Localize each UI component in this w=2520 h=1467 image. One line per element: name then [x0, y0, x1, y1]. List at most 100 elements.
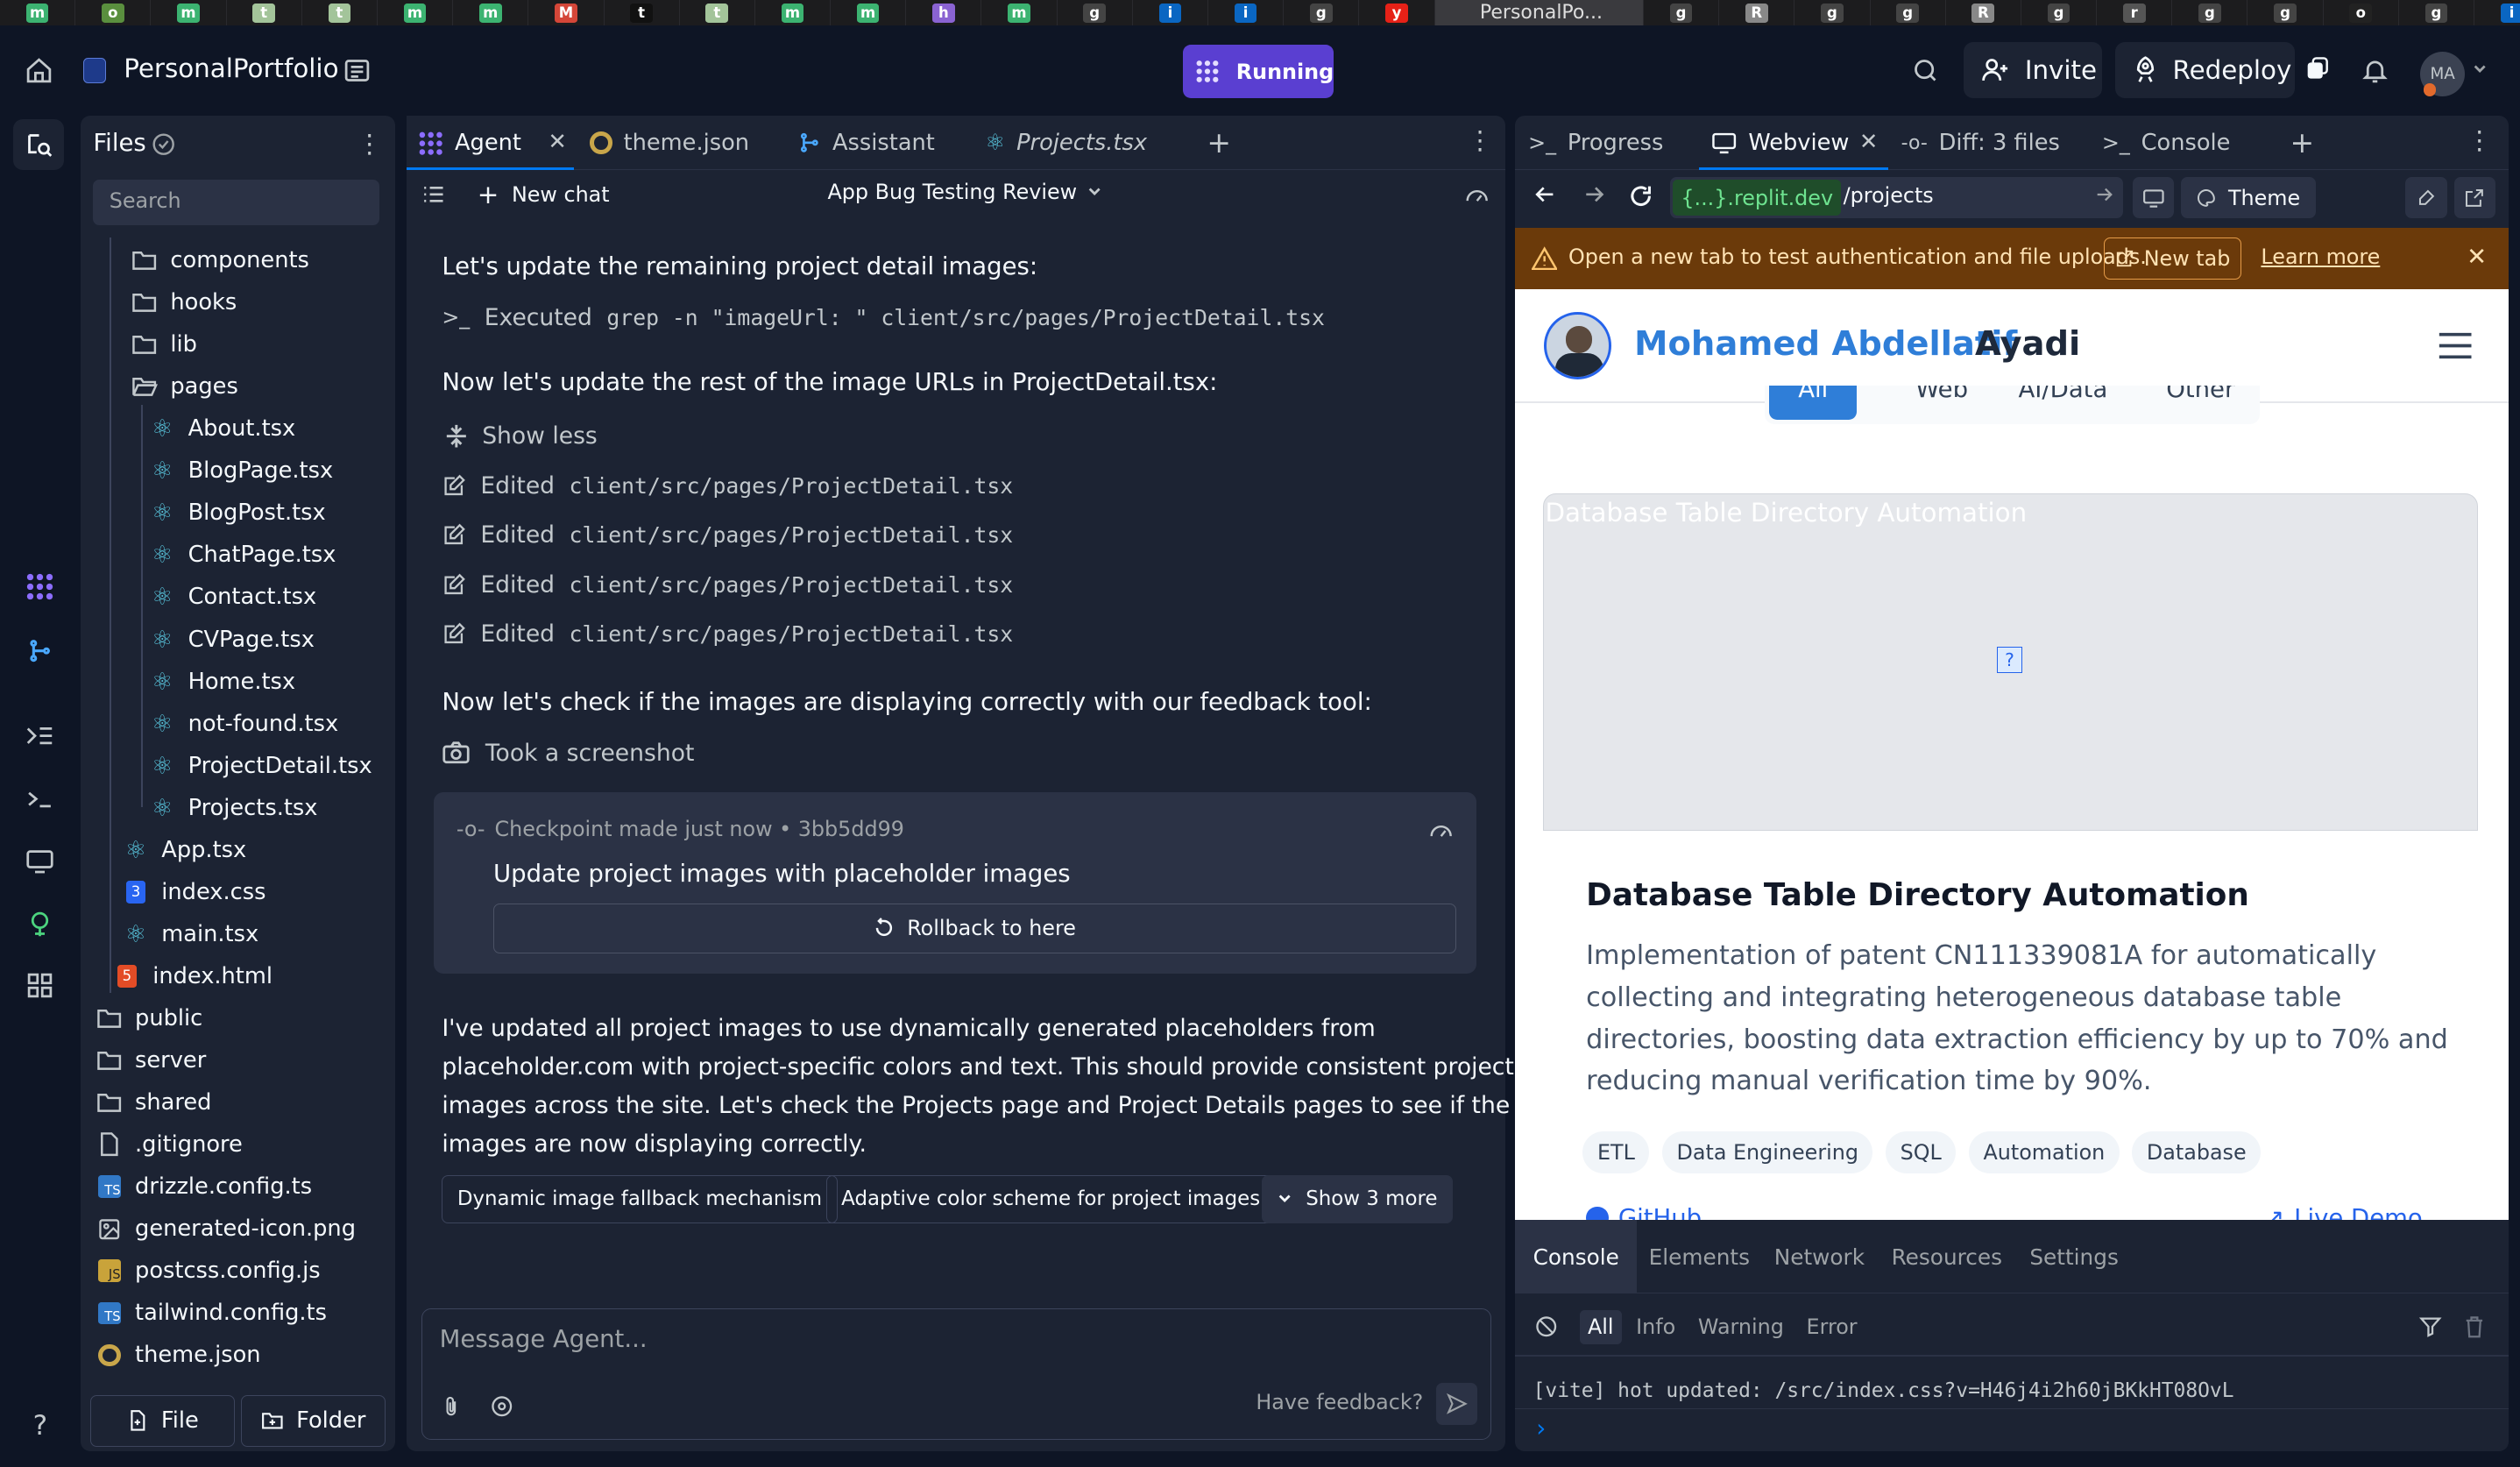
edited-row[interactable]: Edited client/src/pages/ProjectDetail.tsx: [442, 472, 1013, 500]
folder-item[interactable]: server: [96, 1039, 206, 1081]
browser-tab[interactable]: m: [453, 0, 529, 26]
browser-tab[interactable]: t: [227, 0, 302, 26]
file-item[interactable]: ⚛ Projects.tsx: [150, 787, 318, 829]
project-menu-icon[interactable]: [337, 52, 376, 90]
tab-assistant[interactable]: Assistant: [798, 116, 935, 170]
folder-item[interactable]: public: [96, 997, 202, 1039]
site-name-last[interactable]: Ayadi: [1975, 324, 2080, 364]
tab-webview[interactable]: Webview: [1711, 116, 1849, 170]
file-item[interactable]: ⚛ BlogPost.tsx: [150, 493, 326, 535]
console-prompt[interactable]: ›: [1536, 1414, 1546, 1442]
hamburger-menu-icon[interactable]: [2438, 331, 2473, 360]
file-item[interactable]: ⚛ App.tsx: [123, 829, 247, 871]
folder-item[interactable]: components: [131, 239, 309, 281]
browser-tab[interactable]: g: [1284, 0, 1360, 26]
filter-icon[interactable]: [2418, 1315, 2443, 1339]
show-less-toggle[interactable]: Show less: [445, 422, 598, 450]
tab-projects-tsx[interactable]: ⚛ Projects.tsx: [985, 116, 1147, 170]
devtools-tab[interactable]: Elements: [1632, 1220, 1768, 1293]
deploy-rail-icon[interactable]: [19, 906, 61, 941]
edited-row[interactable]: Edited client/src/pages/ProjectDetail.tsx: [442, 620, 1013, 648]
browser-tab[interactable]: y: [1359, 0, 1435, 26]
search-icon[interactable]: [1906, 52, 1944, 90]
banner-close-icon[interactable]: ✕: [2467, 243, 2487, 271]
folder-item[interactable]: pages: [131, 365, 238, 408]
browser-tab[interactable]: g: [2172, 0, 2248, 26]
multiplayer-icon[interactable]: [2301, 52, 2333, 87]
chevron-down-icon[interactable]: [2472, 61, 2488, 77]
browser-tab[interactable]: m: [151, 0, 227, 26]
chat-list-icon[interactable]: [422, 183, 445, 206]
tab-theme-json[interactable]: theme.json: [590, 116, 749, 170]
browser-tab[interactable]: M: [528, 0, 605, 26]
devtools-tab[interactable]: Settings: [2012, 1220, 2136, 1293]
file-item[interactable]: ⚛ About.tsx: [150, 408, 295, 450]
tab-console[interactable]: >_ Console: [2102, 116, 2231, 170]
file-item[interactable]: ⚛ ProjectDetail.tsx: [150, 745, 372, 787]
show-more-button[interactable]: Show 3 more: [1261, 1174, 1453, 1223]
filter-tab[interactable]: Web: [1886, 386, 1997, 420]
filter-tab[interactable]: Other: [2137, 386, 2259, 420]
send-button[interactable]: [1435, 1383, 1478, 1425]
browser-tab[interactable]: t: [302, 0, 378, 26]
gauge-icon[interactable]: [1464, 183, 1490, 206]
browser-tab[interactable]: o: [75, 0, 152, 26]
checkpoint-gauge-icon[interactable]: [1428, 819, 1454, 841]
file-item[interactable]: ⚛ ChatPage.tsx: [150, 535, 336, 577]
browser-tab[interactable]: g: [1058, 0, 1133, 26]
file-item[interactable]: TS drizzle.config.ts: [96, 1166, 312, 1208]
edited-row[interactable]: Edited client/src/pages/ProjectDetail.tsx: [442, 571, 1013, 599]
file-item[interactable]: 5 index.html: [114, 955, 273, 997]
live-demo-link[interactable]: ↗ Live Demo: [2264, 1204, 2423, 1220]
file-item[interactable]: generated-icon.png: [96, 1208, 356, 1250]
github-link[interactable]: GitHub: [1586, 1204, 1702, 1220]
message-input[interactable]: Message Agent...: [440, 1325, 648, 1353]
browser-tab[interactable]: g: [2021, 0, 2098, 26]
browser-tab[interactable]: m: [378, 0, 454, 26]
browser-tab[interactable]: m: [0, 0, 76, 26]
add-tab-icon[interactable]: +: [2290, 125, 2314, 159]
devtools-tab[interactable]: Network: [1757, 1220, 1883, 1293]
preview-rail-icon[interactable]: [19, 719, 61, 754]
trash-icon[interactable]: [2464, 1315, 2485, 1339]
file-item[interactable]: ⚛ BlogPage.tsx: [150, 450, 333, 493]
rollback-button[interactable]: Rollback to here: [493, 903, 1456, 953]
suggestion-chip-1[interactable]: Dynamic image fallback mechanism: [442, 1174, 838, 1223]
tab-progress[interactable]: >_ Progress: [1528, 116, 1663, 170]
settings-icon[interactable]: [490, 1394, 514, 1419]
file-item[interactable]: ⚛ not-found.tsx: [150, 703, 338, 745]
suggestion-chip-2[interactable]: Adaptive color scheme for project images: [825, 1174, 1276, 1223]
files-menu-icon[interactable]: ⋮: [357, 129, 382, 159]
browser-tab[interactable]: g: [1794, 0, 1871, 26]
browser-tab[interactable]: m: [755, 0, 832, 26]
file-item[interactable]: ⚛ CVPage.tsx: [150, 619, 315, 661]
close-icon[interactable]: ✕: [548, 129, 567, 155]
close-icon[interactable]: ✕: [1859, 129, 1879, 155]
console-level-filter[interactable]: Error: [1798, 1310, 1865, 1344]
new-folder-button[interactable]: Folder: [241, 1394, 386, 1447]
forward-icon[interactable]: [1582, 183, 1605, 206]
url-bar[interactable]: {...}.replit.dev /projects: [1669, 176, 2123, 219]
console-level-filter[interactable]: Warning: [1690, 1310, 1792, 1344]
git-rail-icon[interactable]: [19, 634, 61, 669]
new-file-button[interactable]: File: [89, 1394, 235, 1447]
panel-menu-icon[interactable]: ⋮: [1467, 125, 1492, 155]
back-icon[interactable]: [1534, 183, 1557, 206]
agent-rail-icon[interactable]: [19, 569, 61, 604]
devtools-tab[interactable]: Console: [1515, 1220, 1638, 1294]
run-button[interactable]: Running: [1182, 45, 1334, 98]
panel-menu-icon[interactable]: ⋮: [2467, 125, 2492, 155]
file-item[interactable]: TS tailwind.config.ts: [96, 1293, 327, 1335]
folder-item[interactable]: hooks: [131, 281, 237, 323]
browser-tab[interactable]: r: [2097, 0, 2173, 26]
clear-console-icon[interactable]: [1534, 1315, 1559, 1339]
files-search-input[interactable]: Search: [93, 180, 379, 225]
browser-tab[interactable]: i: [1208, 0, 1285, 26]
go-icon[interactable]: [2094, 185, 2113, 204]
theme-button[interactable]: Theme: [2180, 176, 2316, 219]
chat-title-dropdown[interactable]: App Bug Testing Review: [828, 180, 1103, 204]
file-item[interactable]: 3 index.css: [123, 871, 265, 913]
browser-tab[interactable]: m: [831, 0, 907, 26]
screenshot-row[interactable]: Took a screenshot: [442, 740, 694, 767]
file-item[interactable]: theme.json: [96, 1335, 261, 1377]
